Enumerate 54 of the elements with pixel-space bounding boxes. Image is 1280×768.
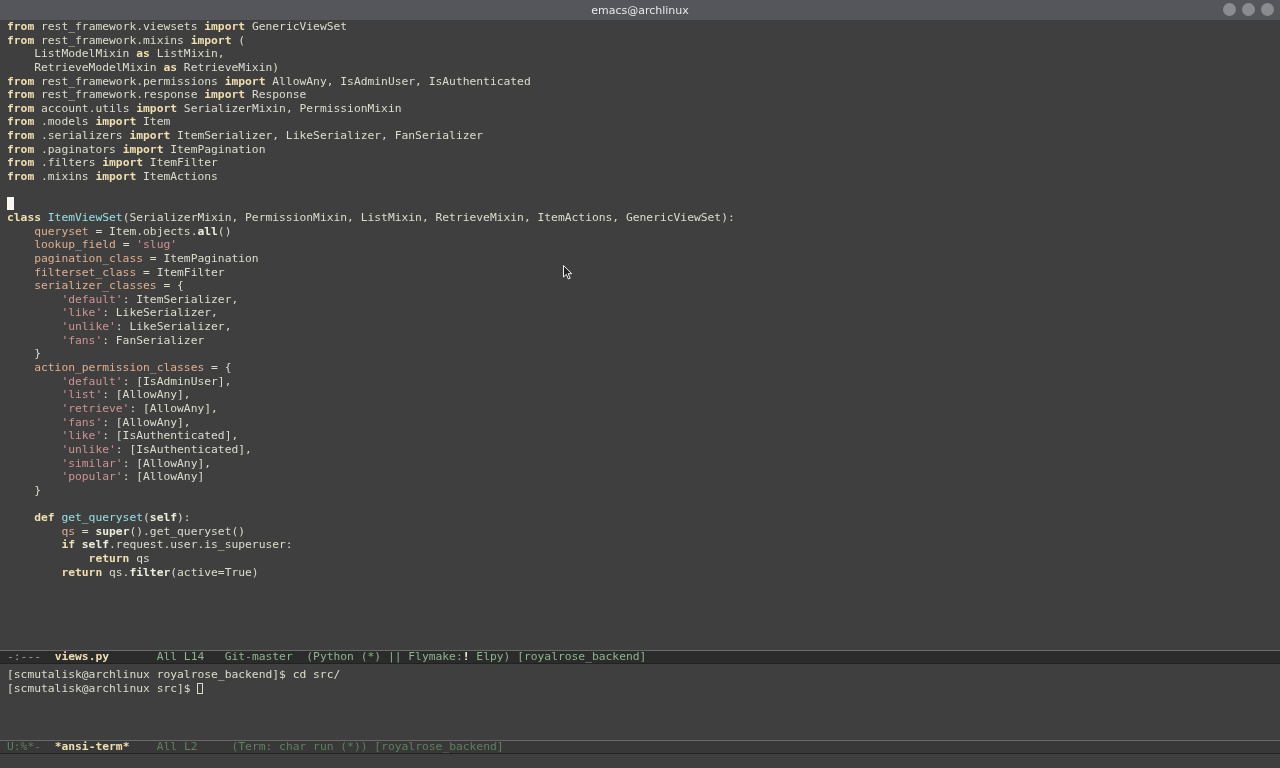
window-control-button[interactable] <box>1261 3 1274 16</box>
mode-line-text: (Python (*) || Flymake:! Elpy) [royalrose_backend] <box>306 650 647 663</box>
code-line: 'similar': [AllowAny], <box>60 456 212 471</box>
code-line: from rest_framework.mixins import ( <box>7 33 246 48</box>
mode-line-text: (Term: char run (*)) [royalrose_backend] <box>231 740 504 753</box>
terminal-line: [scmutalisk@archlinux royalrose_backend]$ cd src/ <box>7 668 341 682</box>
mode-line-text: Git-master <box>224 650 293 663</box>
code-line: from rest_framework.viewsets import GenericViewSet <box>7 20 348 34</box>
code-line: 'list': [AllowAny], <box>60 388 191 402</box>
code-line: ListModelMixin as ListMixin, <box>33 47 225 61</box>
code-line: qs = super().get_queryset() <box>60 524 246 539</box>
code-line: 'unlike': LikeSerializer, <box>60 320 232 334</box>
code-line: from rest_framework.permissions import AllowAny, IsAdminUser, IsAuthenticated <box>7 74 531 89</box>
mode-line-text: All L14 <box>156 650 205 663</box>
code-line: queryset = Item.objects.all() <box>33 224 232 239</box>
code-line: 'default': ItemSerializer, <box>60 292 239 307</box>
code-line: from .serializers import ItemSerializer, LikeSerializer, FanSerializer <box>7 129 484 143</box>
code-line: 'like': LikeSerializer, <box>60 306 218 321</box>
mode-line-text: -:--- <box>7 650 41 663</box>
window-control-button[interactable] <box>1223 3 1236 16</box>
window-control-button[interactable] <box>1242 3 1255 16</box>
code-line: if self.request.user.is_superuser: <box>60 538 293 552</box>
mode-line-text: views.py <box>54 650 110 663</box>
mode-line-text: All L2 <box>156 740 198 753</box>
code-line: 'like': [IsAuthenticated], <box>60 429 239 443</box>
window-title: emacs@archlinux <box>591 3 689 17</box>
code-line: 'fans': [AllowAny], <box>60 415 191 430</box>
mode-line-text: U:%*- <box>7 740 41 753</box>
terminal-line: [scmutalisk@archlinux src]$ <box>7 681 191 696</box>
code-line: filterset_class = ItemFilter <box>33 265 225 280</box>
code-line: 'unlike': [IsAuthenticated], <box>60 442 252 457</box>
code-line: serializer_classes = { <box>33 279 184 293</box>
code-line: 'retrieve': [AllowAny], <box>60 401 218 416</box>
mode-line-text: *ansi-term* <box>54 740 130 753</box>
code-line: from .paginators import ItemPagination <box>7 142 266 157</box>
code-line: def get_queryset(self): <box>33 511 191 525</box>
code-line: 'default': [IsAdminUser], <box>60 374 232 389</box>
code-line: from account.utils import SerializerMixin, PermissionMixin <box>7 101 402 116</box>
code-line: lookup_field = 'slug' <box>33 238 178 252</box>
code-line: RetrieveModelMixin as RetrieveMixin) <box>33 60 280 75</box>
code-line: } <box>33 347 41 361</box>
code-line: 'fans': FanSerializer <box>60 333 205 348</box>
mouse-pointer-icon <box>563 265 573 280</box>
code-line: class ItemViewSet(SerializerMixin, PermissionMixin, ListMixin, RetrieveMixin, ItemActions, GenericViewSet): <box>7 210 735 225</box>
code-line: from rest_framework.response import Response <box>7 88 307 102</box>
code-line: from .mixins import ItemActions <box>7 170 218 184</box>
code-line: } <box>33 483 41 498</box>
code-line: pagination_class = ItemPagination <box>33 251 259 266</box>
code-line: return qs <box>87 552 150 566</box>
code-line: from .models import Item <box>7 115 171 130</box>
code-line: action_permission_classes = { <box>33 361 232 375</box>
code-line: 'popular': [AllowAny] <box>60 470 205 484</box>
code-line: return qs.filter(active=True) <box>60 565 259 580</box>
code-line: from .filters import ItemFilter <box>7 156 218 171</box>
